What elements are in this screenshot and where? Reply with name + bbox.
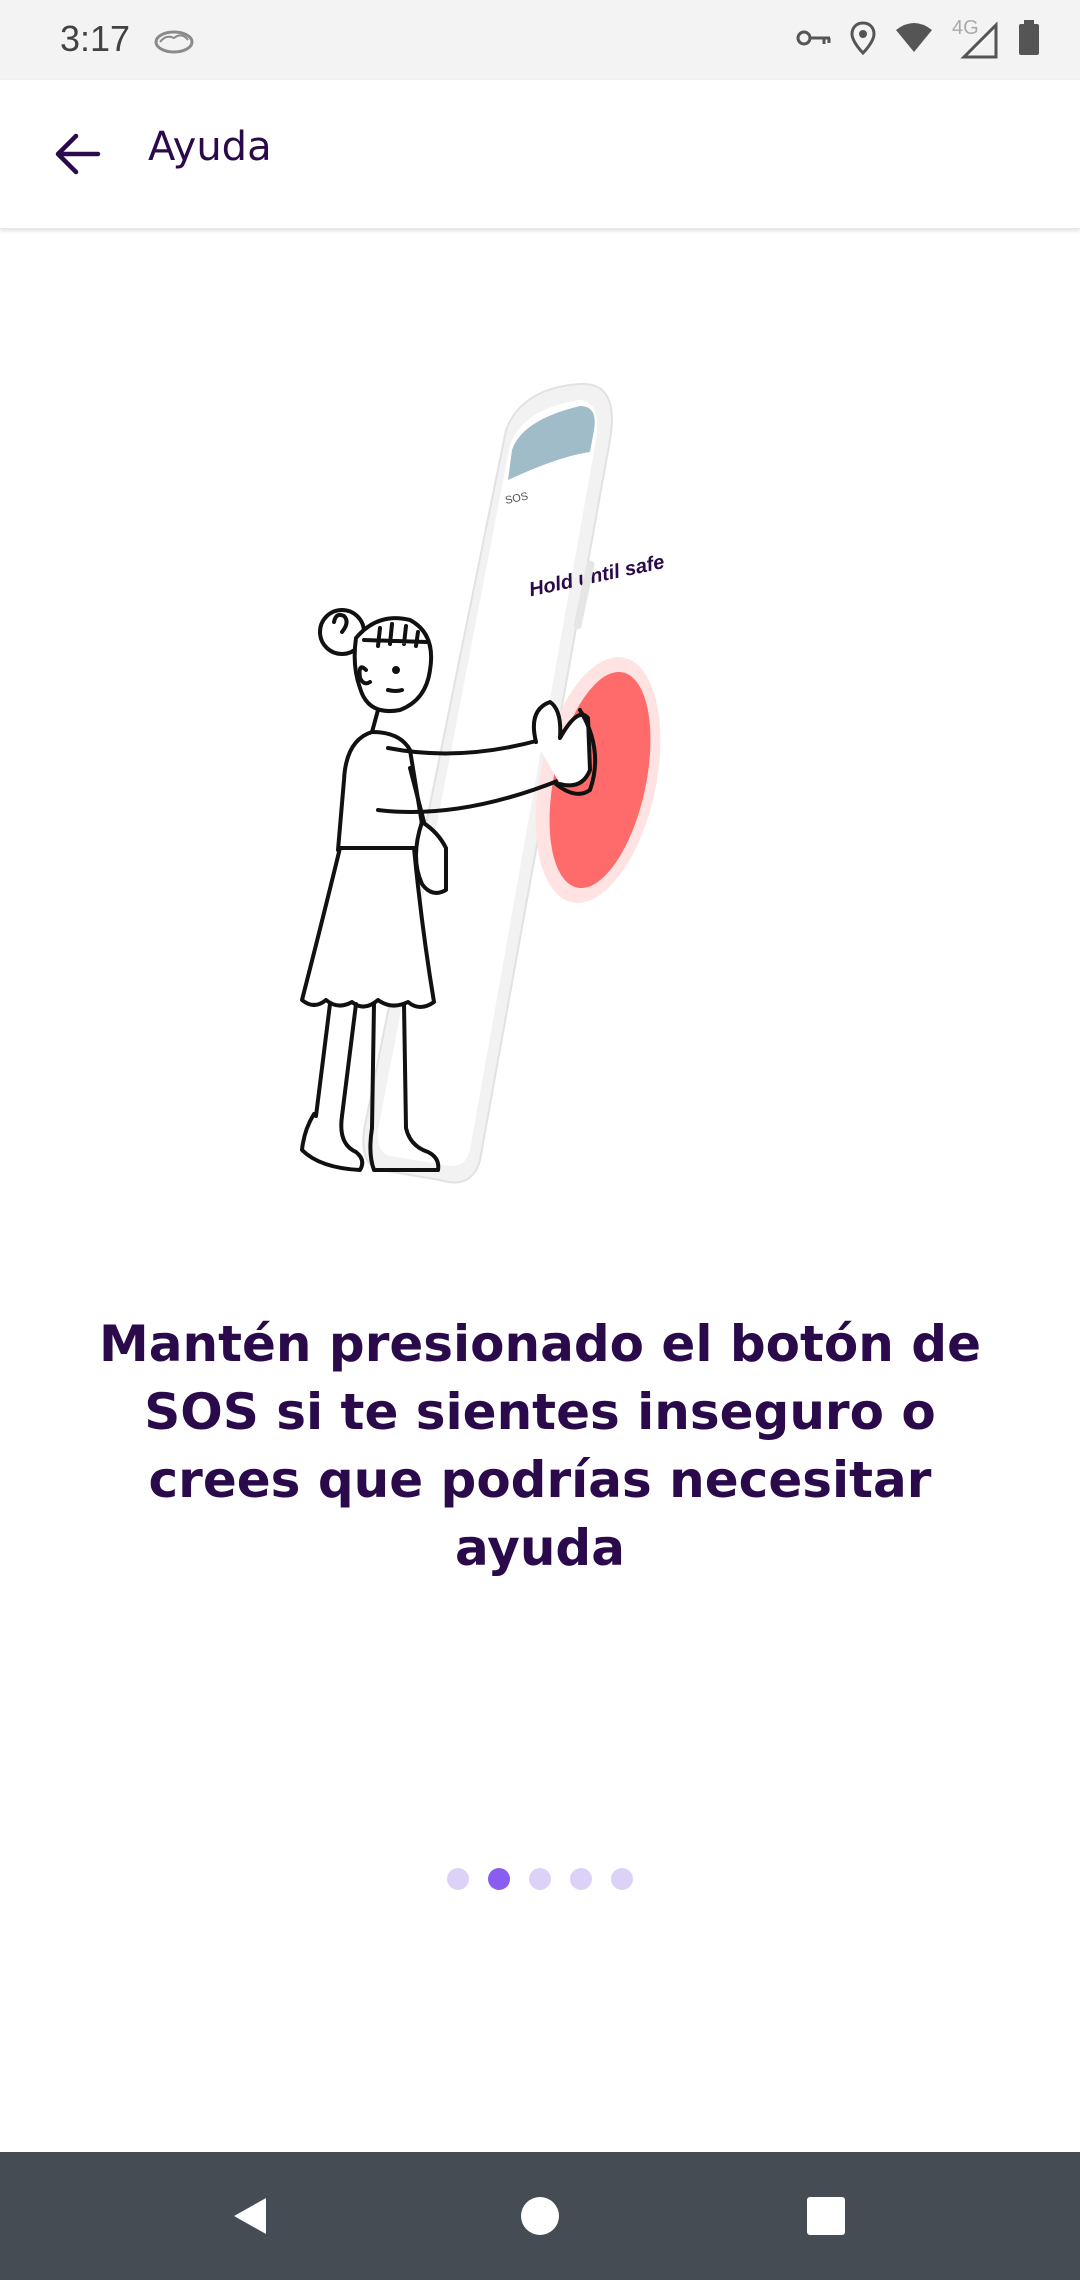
status-icons: 4G	[796, 17, 1040, 62]
location-icon	[850, 21, 876, 59]
nav-recents-icon	[807, 2197, 845, 2235]
page-dot-1[interactable]	[447, 1868, 469, 1890]
nav-home-button[interactable]	[508, 2184, 572, 2248]
nav-recents-button[interactable]	[794, 2184, 858, 2248]
sos-illustration: SOS Hold until safe	[260, 370, 820, 1200]
page-dot-4[interactable]	[570, 1868, 592, 1890]
system-nav-bar	[0, 2152, 1080, 2280]
signal-icon: 4G	[952, 17, 1000, 59]
arrow-back-icon	[55, 133, 101, 175]
page-indicator	[0, 1868, 1080, 1892]
wifi-icon	[894, 22, 934, 58]
phone-illustration: SOS Hold until safe	[362, 382, 666, 1184]
battery-icon	[1018, 20, 1040, 60]
page-title: Ayuda	[148, 124, 272, 170]
nav-back-icon	[234, 2198, 266, 2234]
page-dot-5[interactable]	[611, 1868, 633, 1890]
page-dot-2[interactable]	[488, 1868, 510, 1890]
status-time: 3:17	[60, 18, 131, 59]
vpn-key-icon	[796, 26, 832, 54]
page-dot-3[interactable]	[529, 1868, 551, 1890]
status-bar: 3:17 4G	[0, 0, 1080, 80]
nav-home-icon	[521, 2197, 559, 2235]
app-bar: Ayuda	[0, 80, 1080, 229]
nav-back-button[interactable]	[218, 2184, 282, 2248]
weather-icon	[152, 26, 196, 56]
back-button[interactable]	[40, 116, 116, 192]
onboarding-message: Mantén presionado el botón de SOS si te …	[99, 1315, 981, 1577]
